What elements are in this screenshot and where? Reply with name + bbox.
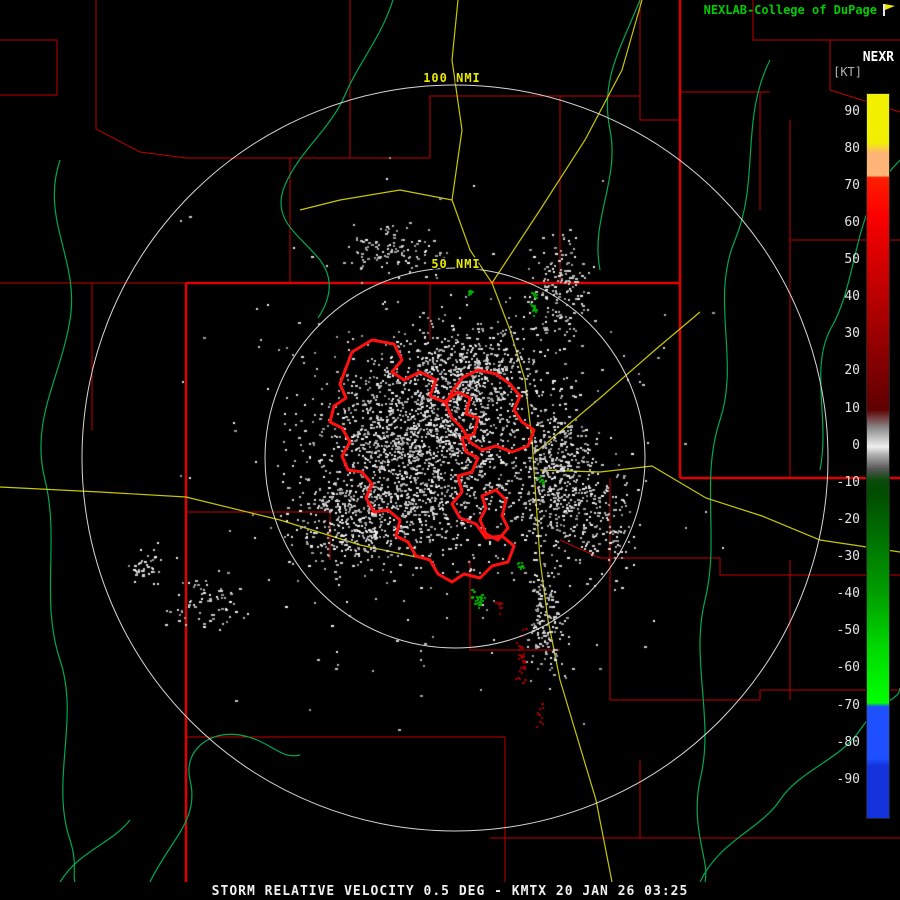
colorbar-tick-90: 90 [844,103,860,119]
range-ring-label-50nmi: 50 NMI [431,257,480,271]
highways [0,0,900,882]
colorbar-title: NEXR [862,50,894,65]
overlay-map: 100 NMI 50 NMI [81,70,829,832]
county-lines [0,0,900,882]
colorbar-tick-80: 80 [844,140,860,156]
state-borders [184,0,900,882]
nexlab-logo-icon [882,4,896,16]
warning-polygon-northeast [444,368,536,454]
branding: NEXLAB-College of DuPage [704,3,896,17]
range-rings [81,84,829,832]
colorbar-unit: [KT] [833,65,862,79]
colorbar-tick--70: -70 [836,697,860,713]
colorbar-tick--60: -60 [836,660,860,676]
colorbar-ticks: 90 80 70 60 50 40 30 20 10 0 -10 -20 -30 -40 -50 -60 -70… [0,0,900,900]
colorbar-tick--30: -30 [836,549,860,565]
warning-polygons [328,338,536,584]
range-ring-50nmi [264,267,646,649]
colorbar-tick--50: -50 [836,623,860,639]
caption-text: STORM RELATIVE VELOCITY 0.5 DEG - KMTX 2… [211,883,689,899]
range-ring-label-100nmi: 100 NMI [423,71,481,85]
colorbar-tick--10: -10 [836,474,860,490]
colorbar-tick--90: -90 [836,771,860,787]
warning-polygon-south [478,488,510,542]
warning-polygon-west [328,338,516,584]
colorbar-tick--80: -80 [836,734,860,750]
branding-text: NEXLAB-College of DuPage [703,3,877,17]
colorbar-tick-60: 60 [844,214,860,230]
radar-display: 100 NMI 50 NMI NEXLAB-College of DuPage … [0,0,900,900]
rivers [40,0,900,882]
colorbar-scale [866,93,890,819]
colorbar-tick--40: -40 [836,586,860,602]
colorbar-tick-20: 20 [844,363,860,379]
colorbar-tick-70: 70 [844,177,860,193]
caption-strip: STORM RELATIVE VELOCITY 0.5 DEG - KMTX 2… [0,882,900,900]
radar-echoes-canvas [0,0,900,882]
colorbar-tick-10: 10 [844,400,860,416]
colorbar-tick-40: 40 [844,289,860,305]
colorbar-tick-0: 0 [852,437,860,453]
base-map [0,0,900,882]
range-ring-labels: 100 NMI 50 NMI [422,70,482,273]
colorbar-tick-30: 30 [844,326,860,342]
range-ring-100nmi [81,84,829,832]
colorbar-tick-50: 50 [844,252,860,268]
colorbar-tick--20: -20 [836,511,860,527]
